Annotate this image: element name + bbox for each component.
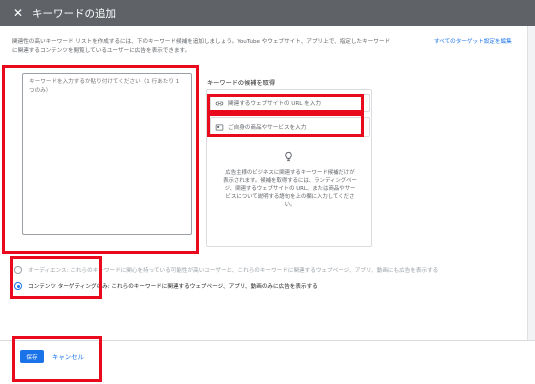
website-url-input[interactable]: 関連するウェブサイトの URL を入力 bbox=[210, 94, 370, 112]
intro-line-2: に関連するコンテンツを閲覧しているユーザーに広告を表示できます。 bbox=[12, 48, 191, 54]
product-icon bbox=[215, 123, 224, 132]
suggestions-panel: 関連するウェブサイトの URL を入力 ご自身の商品やサービスを入力 広告主様の… bbox=[206, 89, 372, 247]
option-audience[interactable]: オーディエンス: これらのキーワードに関心を持っている可能性が高いユーザーと、こ… bbox=[14, 266, 438, 274]
add-keywords-dialog: ✕ キーワードの追加 関連性の高いキーワード リストを作成するには、下のキーワー… bbox=[0, 0, 535, 384]
cancel-button[interactable]: キャンセル bbox=[52, 350, 84, 363]
close-icon[interactable]: ✕ bbox=[10, 5, 26, 21]
intro-text: 関連性の高いキーワード リストを作成するには、下のキーワード候補を追加しましょう… bbox=[12, 38, 424, 56]
scrollbar[interactable] bbox=[527, 26, 535, 340]
content-targeting-label: コンテンツ ターゲティングのみ: これらのキーワードに関連するウェブページ、アプ… bbox=[28, 284, 318, 290]
content-targeting-radio[interactable] bbox=[14, 282, 22, 290]
dialog-header: ✕ キーワードの追加 bbox=[0, 0, 535, 26]
product-service-placeholder: ご自身の商品やサービスを入力 bbox=[228, 125, 307, 131]
keyword-textarea-container bbox=[22, 73, 192, 235]
intro-line-1: 関連性の高いキーワード リストを作成するには、下のキーワード候補を追加しましょう… bbox=[12, 39, 391, 45]
edit-targeting-link[interactable]: すべてのターゲット設定を編集 bbox=[434, 37, 524, 45]
dialog-title: キーワードの追加 bbox=[32, 7, 116, 20]
suggestions-help-text: 広告主様のビジネスに関連するキーワード候補だけが表示されます。候補を取得するには… bbox=[223, 170, 357, 208]
save-button[interactable]: 保存 bbox=[20, 350, 44, 363]
highlight-content-option bbox=[10, 256, 102, 299]
lightbulb-icon bbox=[281, 149, 295, 163]
option-content-targeting[interactable]: コンテンツ ターゲティングのみ: これらのキーワードに関連するウェブページ、アプ… bbox=[14, 282, 318, 290]
product-service-input[interactable]: ご自身の商品やサービスを入力 bbox=[210, 117, 370, 137]
audience-label: オーディエンス: これらのキーワードに関心を持っている可能性が高いユーザーと、こ… bbox=[28, 268, 439, 274]
link-icon bbox=[215, 99, 224, 108]
footer-divider bbox=[0, 340, 535, 341]
website-url-placeholder: 関連するウェブサイトの URL を入力 bbox=[228, 101, 321, 107]
audience-radio[interactable] bbox=[14, 266, 22, 274]
suggestions-title: キーワードの候補を取得 bbox=[207, 80, 276, 87]
keyword-textarea[interactable] bbox=[23, 74, 191, 234]
